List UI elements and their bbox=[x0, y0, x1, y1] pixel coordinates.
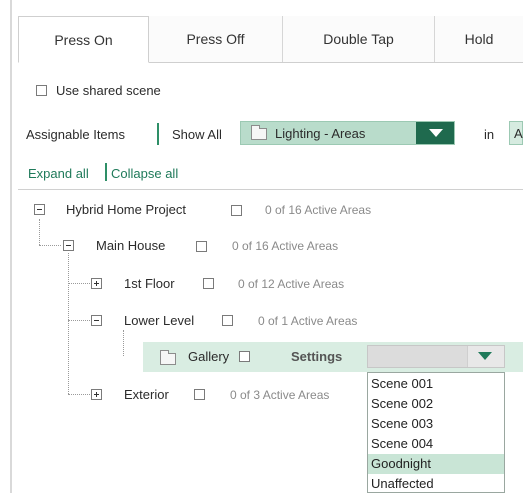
divider bbox=[18, 189, 523, 190]
category-dropdown-button[interactable] bbox=[416, 122, 454, 144]
tree-connector bbox=[39, 219, 40, 245]
folder-icon bbox=[160, 350, 176, 365]
option-scene-002[interactable]: Scene 002 bbox=[368, 394, 504, 414]
option-scene-001[interactable]: Scene 001 bbox=[368, 374, 504, 394]
folder-icon bbox=[251, 125, 267, 140]
tree-item-status: 0 of 12 Active Areas bbox=[238, 277, 345, 291]
tree-connector bbox=[123, 330, 124, 356]
tree-item-label: Exterior bbox=[124, 387, 169, 402]
in-label: in bbox=[484, 127, 495, 142]
tree-item-label: Gallery bbox=[188, 349, 230, 364]
collapse-toggle[interactable] bbox=[34, 204, 45, 215]
tree-item-label: 1st Floor bbox=[124, 276, 175, 291]
lower-level-checkbox[interactable] bbox=[222, 315, 233, 326]
separator bbox=[157, 123, 159, 145]
location-dropdown[interactable]: A bbox=[509, 121, 523, 145]
tab-hold[interactable]: Hold bbox=[435, 16, 523, 62]
use-shared-scene-checkbox[interactable] bbox=[36, 85, 47, 96]
tree-item-label: Hybrid Home Project bbox=[66, 202, 186, 217]
use-shared-scene-label: Use shared scene bbox=[56, 83, 161, 98]
separator bbox=[105, 163, 107, 181]
collapse-toggle[interactable] bbox=[91, 315, 102, 326]
collapse-toggle[interactable] bbox=[63, 240, 74, 251]
main-house-checkbox[interactable] bbox=[196, 241, 207, 252]
tree-connector bbox=[68, 283, 90, 284]
collapse-all-link[interactable]: Collapse all bbox=[111, 166, 178, 181]
category-dropdown-value: Lighting - Areas bbox=[275, 126, 366, 141]
left-border bbox=[10, 0, 12, 493]
option-unaffected[interactable]: Unaffected bbox=[368, 474, 504, 494]
settings-select[interactable] bbox=[367, 345, 505, 368]
tree-connector bbox=[68, 394, 90, 395]
settings-label: Settings bbox=[291, 349, 343, 364]
project-checkbox[interactable] bbox=[231, 205, 242, 216]
tab-strip: Press On Press Off Double Tap Hold bbox=[18, 16, 523, 63]
tab-press-off[interactable]: Press Off bbox=[149, 16, 283, 62]
location-dropdown-value: A bbox=[514, 126, 523, 141]
settings-select-button[interactable] bbox=[467, 346, 504, 367]
tab-double-tap[interactable]: Double Tap bbox=[283, 16, 435, 62]
category-dropdown[interactable]: Lighting - Areas bbox=[240, 121, 455, 145]
expand-all-link[interactable]: Expand all bbox=[28, 166, 89, 181]
tree-item-status: 0 of 1 Active Areas bbox=[258, 314, 358, 328]
assignable-items-label: Assignable Items bbox=[26, 127, 125, 142]
tree-item-label: Lower Level bbox=[124, 313, 195, 328]
first-floor-checkbox[interactable] bbox=[203, 278, 214, 289]
tree-item-status: 0 of 3 Active Areas bbox=[230, 388, 330, 402]
show-all-link[interactable]: Show All bbox=[172, 127, 222, 142]
exterior-checkbox[interactable] bbox=[194, 389, 205, 400]
chevron-down-icon bbox=[429, 129, 443, 137]
tree-item-status: 0 of 16 Active Areas bbox=[265, 203, 372, 217]
gallery-checkbox[interactable] bbox=[239, 351, 250, 362]
tab-press-on[interactable]: Press On bbox=[18, 16, 149, 63]
option-scene-004[interactable]: Scene 004 bbox=[368, 434, 504, 454]
tree-item-label: Main House bbox=[96, 238, 166, 253]
chevron-down-icon bbox=[478, 352, 492, 360]
tree-connector bbox=[68, 253, 69, 394]
option-scene-003[interactable]: Scene 003 bbox=[368, 414, 504, 434]
tree-item-status: 0 of 16 Active Areas bbox=[232, 239, 339, 253]
tree-connector bbox=[68, 320, 90, 321]
expand-toggle[interactable] bbox=[91, 389, 102, 400]
tree-connector bbox=[39, 245, 61, 246]
expand-toggle[interactable] bbox=[91, 278, 102, 289]
settings-options-list: Scene 001 Scene 002 Scene 003 Scene 004 … bbox=[367, 372, 505, 493]
option-goodnight[interactable]: Goodnight bbox=[368, 454, 504, 474]
